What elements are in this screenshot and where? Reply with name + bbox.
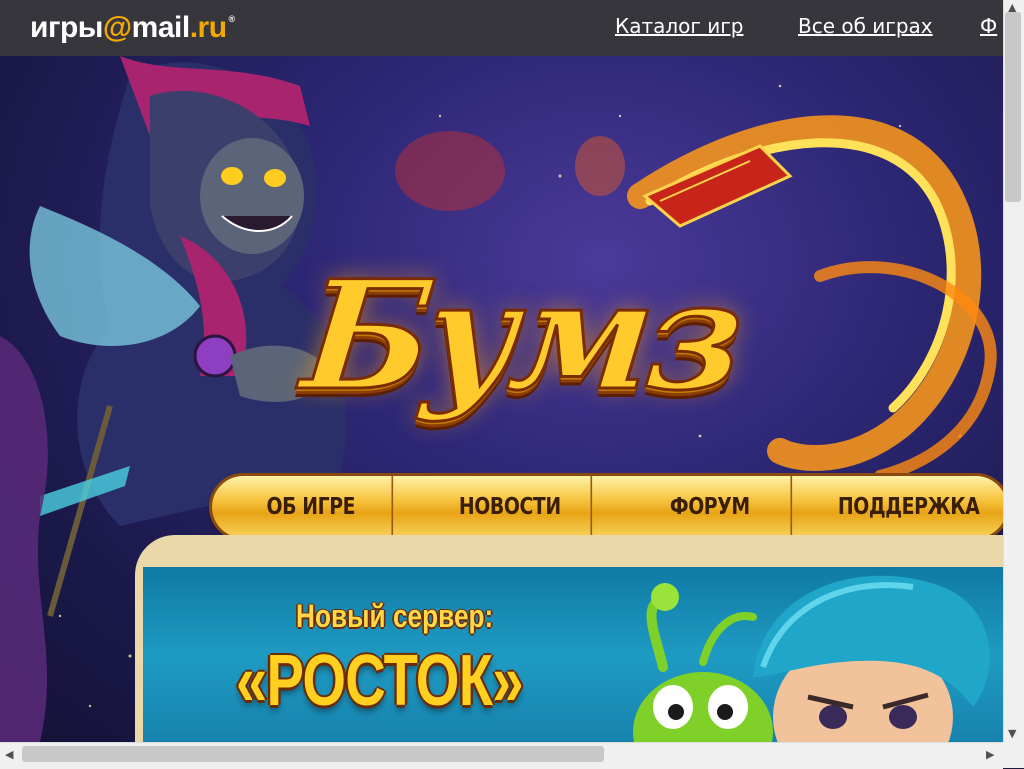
vertical-scroll-thumb[interactable] <box>1005 12 1021 202</box>
scroll-left-icon[interactable]: ◀ <box>5 749 13 760</box>
scroll-down-icon[interactable]: ▼ <box>1008 728 1016 739</box>
scroll-right-icon[interactable]: ▶ <box>986 749 994 760</box>
top-bar: игры @ mail .ru ® Каталог игр Все об игр… <box>0 0 1003 56</box>
games-mail-ru-logo[interactable]: игры @ mail .ru ® <box>30 8 235 48</box>
banner-title: «РОСТОК» <box>236 641 523 721</box>
scrollbar-corner <box>1003 742 1024 768</box>
nav-support[interactable]: ПОДДЕРЖКА <box>828 476 990 538</box>
game-title-logo: Бумз <box>294 247 748 426</box>
nav-news[interactable]: НОВОСТИ <box>429 476 593 538</box>
nav-about-game[interactable]: ОБ ИГРЕ <box>230 476 394 538</box>
catalog-link[interactable]: Каталог игр <box>615 14 743 38</box>
logo-word: игры <box>30 11 103 44</box>
horizontal-scroll-thumb[interactable] <box>22 746 604 762</box>
logo-registered-mark: ® <box>228 14 236 24</box>
banner-subtitle: Новый сервер: <box>296 598 494 634</box>
nav-forum[interactable]: ФОРУМ <box>628 476 792 538</box>
game-nav-bar: ОБ ИГРЕ НОВОСТИ ФОРУМ ПОДДЕРЖКА <box>212 476 1007 538</box>
about-games-link[interactable]: Все об играх <box>798 14 933 38</box>
logo-ru: .ru <box>189 11 227 44</box>
forum-link-truncated[interactable]: Ф <box>980 14 997 38</box>
logo-at: @ <box>102 11 132 44</box>
logo-mail: mail <box>131 11 191 44</box>
